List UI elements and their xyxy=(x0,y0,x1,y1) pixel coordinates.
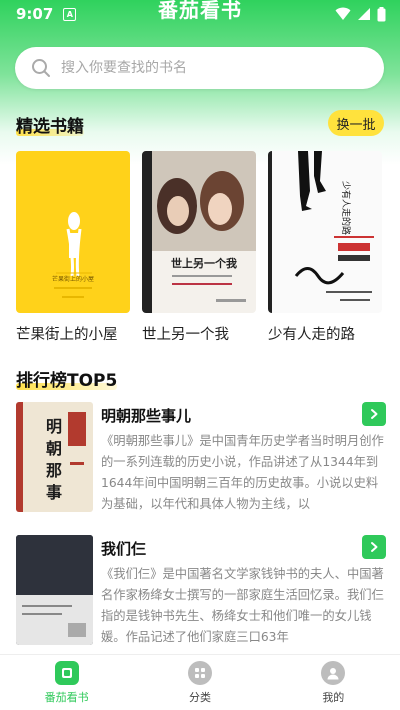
book-icon xyxy=(54,660,79,685)
rank-cover[interactable]: 明 朝 那 事 xyxy=(16,402,93,512)
featured-section-title: 精选书籍 xyxy=(16,112,84,137)
svg-text:明: 明 xyxy=(46,417,62,436)
cover-title-text: 少有人走的路 xyxy=(340,181,352,235)
svg-text:朝: 朝 xyxy=(46,439,62,458)
book-cover[interactable]: 世上另一个我 xyxy=(142,151,256,313)
svg-text:事: 事 xyxy=(46,483,62,502)
tab-label: 分类 xyxy=(188,690,211,704)
search-icon xyxy=(32,59,50,77)
tab-label: 番茄看书 xyxy=(44,690,89,704)
search-bar[interactable] xyxy=(15,47,384,89)
book-name: 世上另一个我 xyxy=(142,327,229,343)
svg-text:那: 那 xyxy=(46,461,62,480)
featured-title-text: 精选书籍 xyxy=(16,117,84,137)
chevron-right-icon[interactable] xyxy=(362,535,386,559)
rank-cover[interactable] xyxy=(16,535,93,645)
app-title: 番茄看书 xyxy=(158,0,242,22)
grid-icon xyxy=(187,660,212,685)
chevron-right-icon[interactable] xyxy=(362,402,386,426)
featured-book-card[interactable]: 芒果街上的小屋 芒果街上的小屋 xyxy=(16,151,130,344)
book-name: 少有人走的路 xyxy=(268,327,355,343)
book-name: 芒果街上的小屋 xyxy=(16,327,118,343)
ranking-title-text: 排行榜TOP5 xyxy=(16,371,118,391)
cover-title-text: 世上另一个我 xyxy=(171,256,237,270)
ranking-item[interactable]: 明 朝 那 事 明朝那些事儿 《明朝那些事儿》是中国青年历史学者当时明月创作的一… xyxy=(16,402,386,517)
rank-description: 《我们仨》是中国著名文学家钱钟书的夫人、中国著名作家杨绛女士撰写的一部家庭生活回… xyxy=(101,567,384,644)
rank-description: 《明朝那些事儿》是中国青年历史学者当时明月创作的一系列连载的历史小说，作品讲述了… xyxy=(101,434,384,511)
tab-home[interactable]: 番茄看书 xyxy=(0,655,133,710)
cover-title-text: 芒果街上的小屋 xyxy=(52,275,94,283)
user-icon xyxy=(321,660,346,685)
tab-category[interactable]: 分类 xyxy=(133,655,266,710)
featured-book-card[interactable]: 世上另一个我 世上另一个我 xyxy=(142,151,256,344)
tab-label: 我的 xyxy=(322,690,345,704)
rank-title: 明朝那些事儿 xyxy=(101,407,192,425)
ranking-item[interactable]: 我们仨 《我们仨》是中国著名文学家钱钟书的夫人、中国著名作家杨绛女士撰写的一部家… xyxy=(16,535,386,650)
book-cover[interactable]: 少有人走的路 xyxy=(268,151,382,313)
ranking-section-title: 排行榜TOP5 xyxy=(16,366,118,391)
featured-book-card[interactable]: 少有人走的路 少有人走的路 xyxy=(268,151,382,344)
bottom-tab-bar: 番茄看书 分类 我的 xyxy=(0,654,400,710)
rank-title: 我们仨 xyxy=(101,540,147,558)
refresh-batch-button[interactable]: 换一批 xyxy=(328,110,384,136)
search-input[interactable] xyxy=(61,60,361,76)
tab-profile[interactable]: 我的 xyxy=(267,655,400,710)
book-cover[interactable]: 芒果街上的小屋 xyxy=(16,151,130,313)
